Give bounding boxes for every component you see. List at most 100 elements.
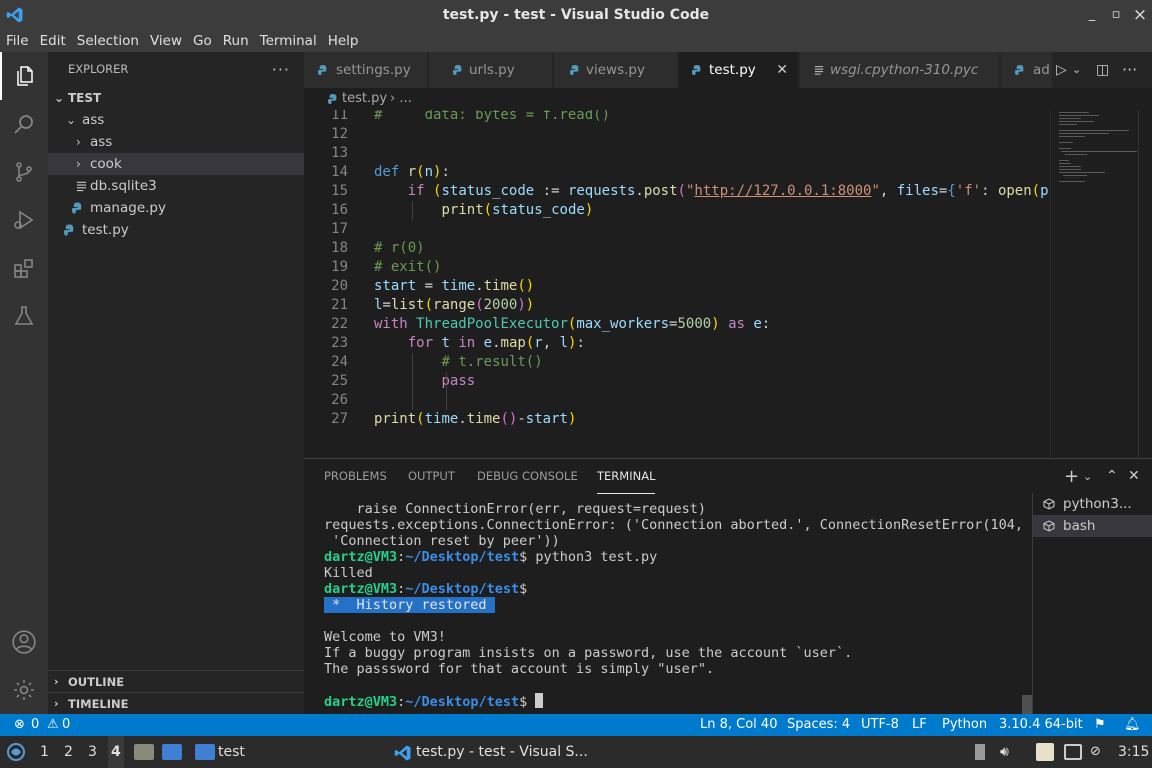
code-line[interactable]: 25 pass xyxy=(304,372,1050,391)
code-line[interactable]: 11 # data: bytes = f.read() xyxy=(304,110,1050,125)
search-icon[interactable] xyxy=(0,100,48,148)
testing-icon[interactable] xyxy=(0,292,48,340)
code-line[interactable]: 19 # exit() xyxy=(304,258,1050,277)
menu-file[interactable]: File xyxy=(6,30,35,52)
close-icon[interactable]: × xyxy=(1128,0,1152,30)
error-icon[interactable]: ⊗ xyxy=(14,714,25,736)
notifications-bell-icon[interactable]: 🔔︎ xyxy=(1124,714,1141,736)
desktop-icon[interactable] xyxy=(162,744,182,760)
tab-terminal[interactable]: TERMINAL xyxy=(597,459,656,494)
tab-views-py[interactable]: views.py xyxy=(554,52,678,88)
code-line[interactable]: 15 if (status_code := requests.post("htt… xyxy=(304,182,1050,201)
menu-view[interactable]: View xyxy=(150,30,188,52)
encoding[interactable]: UTF-8 xyxy=(861,714,899,736)
menu-selection[interactable]: Selection xyxy=(77,30,145,52)
source-control-icon[interactable] xyxy=(0,148,48,196)
maximize-panel-icon[interactable]: ⌃ xyxy=(1106,459,1118,494)
code-line[interactable]: 23 for t in e.map(r, l): xyxy=(304,334,1050,353)
clock[interactable]: 3:15 xyxy=(1118,736,1149,768)
settings-gear-icon[interactable] xyxy=(0,666,48,714)
tree-folder-cook[interactable]: › cook xyxy=(48,153,304,175)
warning-count[interactable]: 0 xyxy=(62,714,70,736)
menu-edit[interactable]: Edit xyxy=(40,30,72,52)
workspace-1[interactable]: 1 xyxy=(40,736,49,768)
code-line[interactable]: 20 start = time.time() xyxy=(304,277,1050,296)
chevron-down-icon[interactable]: ⌄ xyxy=(1083,459,1092,494)
workspace-root[interactable]: ⌄ TEST xyxy=(48,87,304,109)
start-menu-icon[interactable] xyxy=(6,736,26,768)
file-manager-icon[interactable] xyxy=(134,744,154,760)
tree-file-manage-py[interactable]: manage.py xyxy=(48,197,304,219)
outline-section[interactable]: › OUTLINE xyxy=(48,670,304,692)
close-tab-icon[interactable]: ✕ xyxy=(776,52,788,88)
timeline-section[interactable]: › TIMELINE xyxy=(48,692,304,714)
tab-debug-console[interactable]: DEBUG CONSOLE xyxy=(477,459,578,494)
split-editor-icon[interactable]: ◫ xyxy=(1096,52,1109,88)
chevron-down-icon[interactable]: ⌄ xyxy=(1072,52,1081,88)
network-icon[interactable] xyxy=(1064,744,1082,760)
new-terminal-icon[interactable]: + xyxy=(1064,459,1079,494)
tab-settings-py[interactable]: settings.py xyxy=(304,52,428,88)
code-line[interactable]: 13 xyxy=(304,144,1050,163)
extensions-icon[interactable] xyxy=(0,244,48,292)
vscode-window-label[interactable]: test.py - test - Visual S... xyxy=(416,736,588,768)
run-debug-icon[interactable] xyxy=(0,196,48,244)
terminal-bash[interactable]: bash xyxy=(1033,515,1152,537)
breadcrumb-file[interactable]: test.py xyxy=(342,88,387,110)
minimap[interactable] xyxy=(1050,110,1138,458)
python-interpreter[interactable]: 3.10.4 64-bit xyxy=(999,714,1083,736)
terminal-python3[interactable]: python3... xyxy=(1033,493,1152,515)
terminal-output[interactable]: raise ConnectionError(err, request=reque… xyxy=(324,501,1024,713)
cursor-position[interactable]: Ln 8, Col 40 xyxy=(700,714,777,736)
error-count[interactable]: 0 xyxy=(31,714,39,736)
code-editor[interactable]: 11 # data: bytes = f.read() 12 13 14 def r(n)… xyxy=(304,110,1050,458)
tab-urls-py[interactable]: urls.py xyxy=(429,52,553,88)
code-line[interactable]: 24 # t.result() xyxy=(304,353,1050,372)
editor-scrollbar[interactable] xyxy=(1138,110,1152,458)
menu-run[interactable]: Run xyxy=(223,30,255,52)
terminal-scrollbar[interactable] xyxy=(1022,695,1032,715)
code-line[interactable]: 27 print(time.time()-start) xyxy=(304,410,1050,429)
menu-go[interactable]: Go xyxy=(193,30,218,52)
code-line[interactable]: 26 xyxy=(304,391,1050,410)
code-line[interactable]: 17 xyxy=(304,220,1050,239)
close-panel-icon[interactable]: ✕ xyxy=(1128,459,1140,494)
restore-icon[interactable]: ▫ xyxy=(1104,0,1128,30)
more-actions-icon[interactable]: ··· xyxy=(272,52,290,87)
tree-file-db-sqlite3[interactable]: db.sqlite3 xyxy=(48,175,304,197)
code-line[interactable]: 12 xyxy=(304,125,1050,144)
tab-test-py[interactable]: test.py ✕ xyxy=(679,52,799,88)
warning-icon[interactable]: ⚠ xyxy=(47,714,59,736)
menu-terminal[interactable]: Terminal xyxy=(260,30,323,52)
account-icon[interactable] xyxy=(0,618,48,666)
indentation[interactable]: Spaces: 4 xyxy=(787,714,850,736)
more-actions-icon[interactable]: ··· xyxy=(1122,52,1137,88)
tree-file-test-py[interactable]: test.py xyxy=(48,219,304,241)
workspace-2[interactable]: 2 xyxy=(64,736,73,768)
tree-folder-ass-nested[interactable]: › ass xyxy=(48,131,304,153)
menu-help[interactable]: Help xyxy=(328,30,365,52)
battery-icon[interactable] xyxy=(975,744,985,760)
minimize-icon[interactable]: _ xyxy=(1080,0,1104,30)
code-line[interactable]: 16 print(status_code) xyxy=(304,201,1050,220)
explorer-icon[interactable] xyxy=(0,52,48,100)
code-line[interactable]: 18 # r(0) xyxy=(304,239,1050,258)
feedback-icon[interactable]: ⚑ xyxy=(1094,714,1106,736)
breadcrumb-more[interactable]: › ... xyxy=(390,88,412,110)
line-ending[interactable]: LF xyxy=(912,714,927,736)
tab-wsgi-pyc[interactable]: wsgi.cpython-310.pyc xyxy=(800,52,1000,88)
code-line[interactable]: 22 with ThreadPoolExecutor(max_workers=50… xyxy=(304,315,1050,334)
folder-window-label[interactable]: test xyxy=(218,736,245,768)
clipboard-icon[interactable] xyxy=(1036,743,1054,761)
tab-output[interactable]: OUTPUT xyxy=(408,459,455,494)
language-mode[interactable]: Python xyxy=(942,714,987,736)
tree-folder-ass[interactable]: ⌄ ass xyxy=(48,109,304,131)
code-line[interactable]: 14 def r(n): xyxy=(304,163,1050,182)
tab-problems[interactable]: PROBLEMS xyxy=(324,459,387,494)
notification-icon[interactable]: ⊘ xyxy=(1090,736,1101,768)
code-line[interactable]: 21 l=list(range(2000)) xyxy=(304,296,1050,315)
volume-icon[interactable]: 🔊︎ xyxy=(1000,736,1009,768)
run-python-file-icon[interactable]: ▷ xyxy=(1056,52,1067,88)
workspace-3[interactable]: 3 xyxy=(88,736,97,768)
workspace-4[interactable]: 4 xyxy=(108,736,124,768)
